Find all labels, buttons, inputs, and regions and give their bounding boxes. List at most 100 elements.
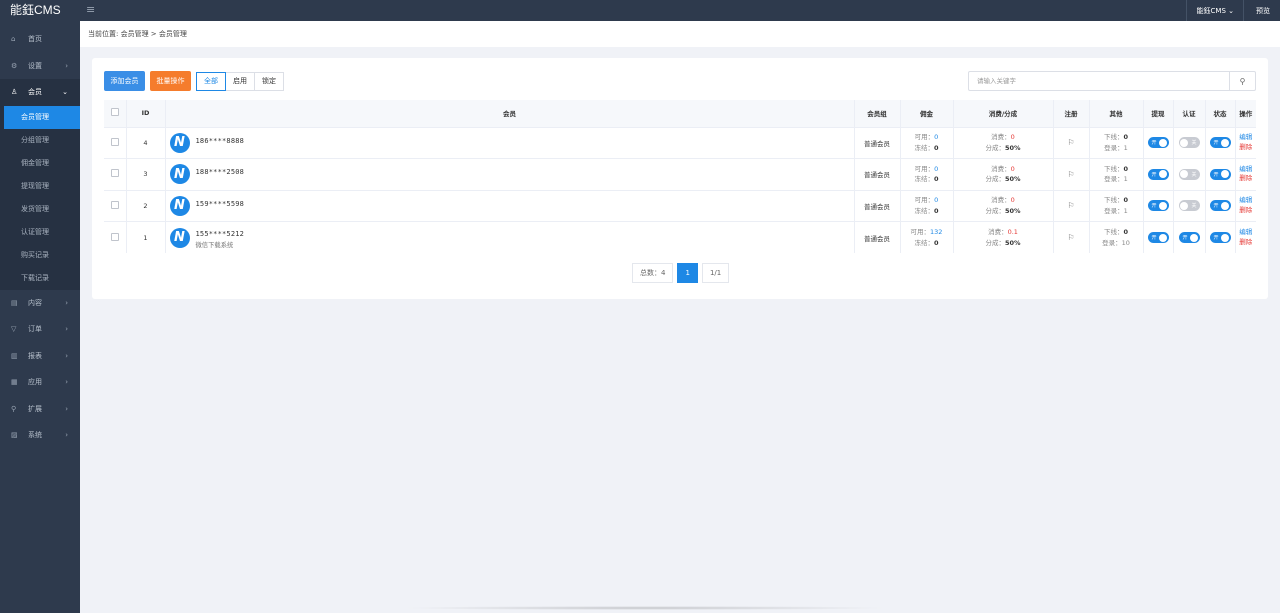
flag-icon[interactable]: ⚐ [1067,201,1074,210]
member-phone[interactable]: 186****8888 [196,137,245,145]
login-value: 1 [1123,175,1128,184]
edit-link[interactable]: 编辑 [1236,165,1257,175]
system-icon: ▨ [11,431,18,440]
sidebar-item-app[interactable]: ▦ 应用 › [0,369,80,396]
frozen-label: 冻结： [914,238,934,247]
member-cell: N 155****5212 微信下载系统 [166,226,854,249]
sidebar-item-member[interactable]: ♙ 会员 ⌄ [0,79,80,106]
row-select [104,221,127,253]
toggle-text: 关 [1191,203,1197,210]
auth-toggle[interactable]: 关 [1178,168,1200,180]
submenu-auth-manage[interactable]: 认证管理 [0,221,80,244]
row-auth: 关 [1173,189,1206,222]
status-toggle[interactable]: 开 [1209,200,1231,212]
submenu-shipping-manage[interactable]: 发货管理 [0,198,80,221]
batch-action-button[interactable]: 批量操作 [150,71,191,91]
row-checkbox[interactable] [110,200,119,209]
select-all-checkbox[interactable] [110,108,119,117]
frozen-value: 0 [933,206,939,215]
preview-link[interactable]: 预览 [1244,6,1280,16]
row-select [104,158,127,190]
downline-value: 0 [1123,133,1129,142]
row-checkbox[interactable] [110,169,119,178]
share-value: 50% [1004,206,1021,215]
search-icon[interactable]: ⚲ [1229,72,1255,90]
header-select-all[interactable] [104,100,127,127]
submenu-member-manage[interactable]: 会员管理 [4,105,80,129]
delete-link[interactable]: 删除 [1236,206,1257,216]
sidebar-menu: ⌂ 首页 ⚙ 设置 › ♙ 会员 ⌄ 会员管理 分组管理 佣金管理 提现管理 发… [0,26,80,449]
topbar-right: 能鈺CMS ⌄ 预览 [1185,0,1280,21]
share-label: 分成： [985,143,1005,152]
delete-link[interactable]: 删除 [1236,174,1257,184]
sidebar-item-label: 首页 [28,35,42,44]
sidebar-item-order[interactable]: ▽ 订单 › [0,316,80,343]
status-toggle[interactable]: 开 [1209,168,1231,180]
submenu-purchase-records[interactable]: 购买记录 [0,244,80,267]
downline-label: 下线： [1103,196,1124,205]
spend-value: 0.1 [1007,228,1018,236]
sidebar-item-system[interactable]: ▨ 系统 › [0,422,80,449]
site-switcher[interactable]: 能鈺CMS ⌄ [1187,6,1243,16]
sidebar-item-home[interactable]: ⌂ 首页 [0,26,80,53]
sidebar-item-label: 应用 [28,378,42,387]
member-phone[interactable]: 155****5212 [196,230,245,238]
member-info: 159****5598 [196,200,245,210]
row-spend-share: 消费：0 分成：50% [953,189,1054,222]
member-phone[interactable]: 159****5598 [196,200,245,208]
withdraw-toggle[interactable]: 开 [1147,168,1169,180]
sidebar-item-settings[interactable]: ⚙ 设置 › [0,53,80,80]
menu-toggle-icon[interactable]: ≡ [86,3,95,16]
search-input[interactable] [969,72,1229,90]
auth-toggle[interactable]: 开 [1178,232,1200,243]
table-row: 1 N 155****5212 微信下载系统 普通会员 可用：132 冻结：0 消费：0.1 分… [104,221,1257,253]
edit-link[interactable]: 编辑 [1236,228,1257,238]
member-cell: N 188****2508 [166,164,854,185]
toggle-knob [1180,138,1188,147]
filter-enabled[interactable]: 启用 [226,72,255,91]
row-member: N 186****8888 [165,126,855,159]
add-member-button[interactable]: 添加会员 [104,71,145,91]
row-checkbox[interactable] [110,232,119,241]
filter-all[interactable]: 全部 [196,72,226,91]
withdraw-toggle[interactable]: 开 [1147,137,1169,149]
delete-link[interactable]: 删除 [1236,143,1257,153]
row-group: 普通会员 [854,126,901,159]
header-group: 会员组 [854,100,901,127]
sidebar-item-report[interactable]: ▥ 报表 › [0,343,80,370]
row-checkbox[interactable] [110,137,119,146]
gear-icon: ⚙ [11,61,18,70]
flag-icon[interactable]: ⚐ [1067,233,1074,242]
withdraw-toggle[interactable]: 开 [1147,232,1169,243]
submenu-withdraw-manage[interactable]: 提现管理 [0,175,80,198]
toggle-knob [1221,138,1229,147]
submenu-download-records[interactable]: 下载记录 [0,267,80,290]
withdraw-toggle[interactable]: 开 [1147,200,1169,212]
filter-locked[interactable]: 锁定 [255,72,284,91]
toggle-knob [1159,138,1167,147]
toggle-knob [1159,170,1167,179]
status-toggle[interactable]: 开 [1209,232,1231,243]
edit-link[interactable]: 编辑 [1236,196,1257,206]
top-bar: ≡ 能鈺CMS ⌄ 预览 [80,0,1280,21]
auth-toggle[interactable]: 关 [1178,200,1200,212]
row-other: 下线：0 登录：10 [1089,221,1144,253]
flag-icon[interactable]: ⚐ [1067,170,1074,179]
status-toggle[interactable]: 开 [1209,137,1231,149]
edit-link[interactable]: 编辑 [1236,133,1257,143]
pagination-page-1[interactable]: 1 [677,263,698,283]
flag-icon[interactable]: ⚐ [1067,138,1074,147]
frozen-value: 0 [933,175,939,184]
app-logo: 能鈺CMS [10,3,61,17]
auth-toggle[interactable]: 关 [1178,137,1200,149]
member-info: 155****5212 微信下载系统 [196,230,245,249]
sidebar-item-extension[interactable]: ⚲ 扩展 › [0,396,80,423]
member-phone[interactable]: 188****2508 [196,168,245,176]
submenu-commission-manage[interactable]: 佣金管理 [0,152,80,175]
header-other: 其他 [1089,100,1144,127]
spend-label: 消费： [991,133,1011,142]
submenu-group-manage[interactable]: 分组管理 [0,129,80,152]
sidebar-item-content[interactable]: ▤ 内容 › [0,290,80,317]
delete-link[interactable]: 删除 [1236,238,1257,248]
row-auth: 开 [1173,221,1206,253]
